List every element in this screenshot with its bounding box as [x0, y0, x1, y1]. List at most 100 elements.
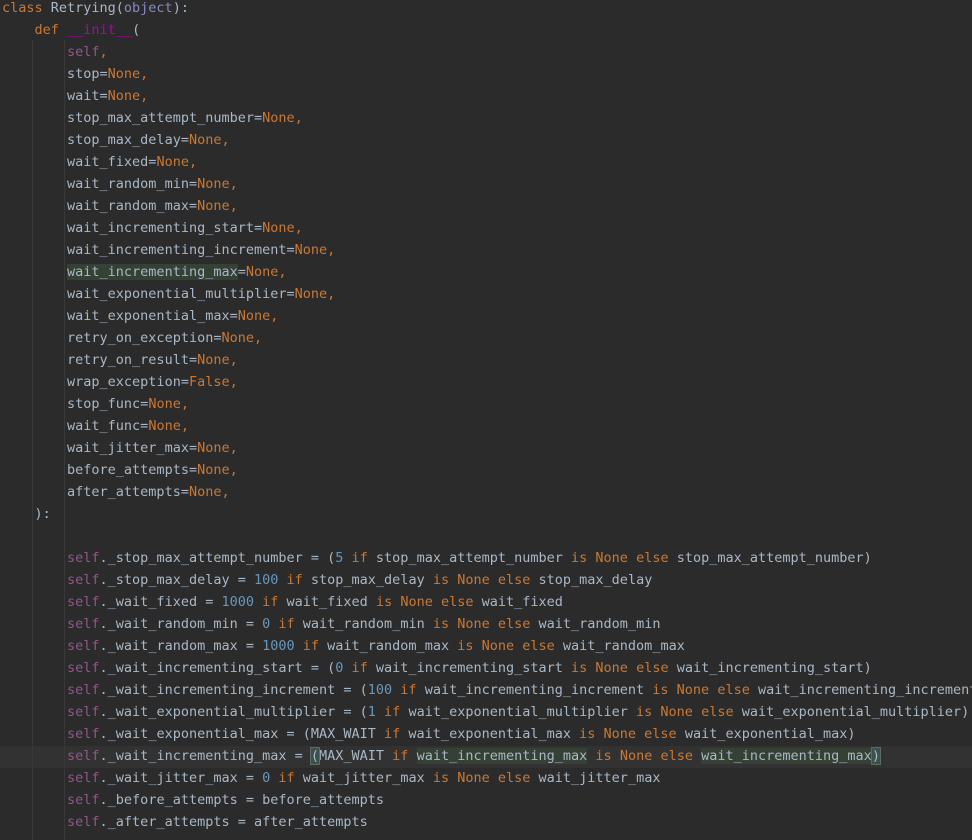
code-line[interactable]: wait_exponential_multiplier=None,: [2, 284, 335, 306]
code-line[interactable]: wait_incrementing_increment=None,: [2, 240, 335, 262]
keyword-token: None,: [148, 418, 189, 434]
code-line[interactable]: wrap_exception=False,: [2, 372, 238, 394]
code-line[interactable]: wait_incrementing_max=None,: [2, 262, 287, 284]
code-line[interactable]: self,: [2, 42, 108, 64]
code-token: wait_random_max: [554, 638, 685, 654]
code-token: retry_on_exception=: [67, 330, 222, 346]
code-line[interactable]: stop=None,: [2, 64, 148, 86]
code-token: wait_exponential_max=: [67, 308, 238, 324]
code-line[interactable]: self._wait_jitter_max = 0 if wait_jitter…: [2, 768, 660, 790]
code-line[interactable]: self._before_attempts = before_attempts: [2, 790, 384, 812]
code-line[interactable]: retry_on_result=None,: [2, 350, 238, 372]
code-line[interactable]: stop_max_attempt_number=None,: [2, 108, 303, 130]
code-line[interactable]: after_attempts=None,: [2, 482, 230, 504]
keyword-token: None: [595, 660, 628, 676]
self-token: self: [67, 748, 100, 764]
code-line[interactable]: self._wait_random_max = 1000 if wait_ran…: [2, 636, 685, 658]
code-line[interactable]: ):: [2, 504, 51, 526]
code-line[interactable]: self._wait_fixed = 1000 if wait_fixed is…: [2, 592, 563, 614]
code-line[interactable]: wait_func=None,: [2, 416, 189, 438]
code-line[interactable]: class Retrying(object):: [2, 0, 189, 20]
code-editor[interactable]: class Retrying(object): def __init__( se…: [0, 0, 972, 840]
keyword-token: if: [351, 660, 368, 676]
code-token: ._before_attempts = before_attempts: [99, 792, 385, 808]
code-line[interactable]: retry_on_exception=None,: [2, 328, 262, 350]
code-line[interactable]: wait_random_min=None,: [2, 174, 238, 196]
keyword-token: if: [400, 682, 417, 698]
keyword-token: else: [636, 550, 669, 566]
code-line[interactable]: self._wait_incrementing_increment = (100…: [2, 680, 972, 702]
code-token: ._wait_incrementing_max =: [99, 748, 311, 764]
keyword-token: is: [432, 770, 450, 786]
keyword-token: None,: [107, 66, 149, 82]
code-token: wait_random_min: [294, 616, 433, 632]
keyword-token: None,: [188, 484, 230, 500]
code-line[interactable]: wait_random_max=None,: [2, 196, 238, 218]
code-token: wait_incrementing_increment=: [67, 242, 295, 258]
self-token: self: [67, 660, 100, 676]
usage-highlight-token: wait_incrementing_max: [67, 264, 238, 280]
code-token: wait_exponential_max: [400, 726, 580, 742]
code-line[interactable]: wait_jitter_max=None,: [2, 438, 238, 460]
code-line[interactable]: def __init__(: [2, 20, 141, 42]
code-token: wait_jitter_max=: [67, 440, 198, 456]
self-token: self: [67, 726, 100, 742]
code-line[interactable]: self._wait_exponential_multiplier = (1 i…: [2, 702, 969, 724]
code-line[interactable]: self._stop_max_delay = 100 if stop_max_d…: [2, 570, 652, 592]
code-line[interactable]: self._stop_max_attempt_number = (5 if st…: [2, 548, 872, 570]
code-token: wait=: [67, 88, 108, 104]
code-line[interactable]: wait_fixed=None,: [2, 152, 197, 174]
code-line[interactable]: wait=None,: [2, 86, 148, 108]
keyword-token: else: [636, 660, 669, 676]
code-token: ._stop_max_attempt_number = (: [99, 550, 336, 566]
code-line[interactable]: wait_incrementing_start=None,: [2, 218, 303, 240]
code-line[interactable]: before_attempts=None,: [2, 460, 238, 482]
code-token: wait_random_min=: [67, 176, 198, 192]
code-token: retry_on_result=: [67, 352, 198, 368]
code-line[interactable]: self._after_attempts = after_attempts: [2, 812, 368, 834]
keyword-token: None,: [188, 132, 230, 148]
code-token: ._wait_incrementing_increment = (: [99, 682, 368, 698]
keyword-token: if: [351, 550, 368, 566]
code-line[interactable]: self._wait_incrementing_max = (MAX_WAIT …: [2, 746, 881, 768]
code-token: ._wait_random_max =: [99, 638, 263, 654]
keyword-token: None: [457, 770, 490, 786]
self-token: self: [67, 792, 100, 808]
code-line[interactable]: stop_max_delay=None,: [2, 130, 230, 152]
keyword-token: None: [457, 616, 490, 632]
keyword-token: None,: [221, 330, 263, 346]
keyword-token: None: [595, 550, 628, 566]
code-token: stop_max_delay: [302, 572, 433, 588]
keyword-token: is: [571, 550, 588, 566]
code-line[interactable]: self._wait_incrementing_start = (0 if wa…: [2, 658, 872, 680]
code-line[interactable]: wait_exponential_max=None,: [2, 306, 278, 328]
code-line[interactable]: self._wait_random_min = 0 if wait_random…: [2, 614, 660, 636]
code-token: stop_max_attempt_number): [668, 550, 872, 566]
keyword-token: None,: [197, 462, 238, 478]
keyword-token: None: [400, 594, 433, 610]
code-token: wait_incrementing_start=: [67, 220, 263, 236]
code-line[interactable]: self._wait_exponential_max = (MAX_WAIT i…: [2, 724, 855, 746]
keyword-token: if: [384, 726, 401, 742]
keyword-token: class: [2, 0, 43, 16]
code-token: ._wait_random_min =: [99, 616, 263, 632]
code-line[interactable]: stop_func=None,: [2, 394, 189, 416]
